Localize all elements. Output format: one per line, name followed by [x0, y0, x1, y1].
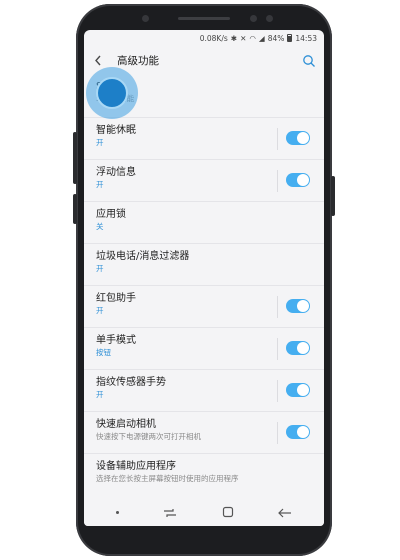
- list-item-smart-stay[interactable]: 智能休眠 开: [84, 118, 324, 160]
- divider: [277, 128, 278, 150]
- toggle-switch[interactable]: [286, 173, 310, 187]
- divider: [277, 170, 278, 192]
- divider: [277, 422, 278, 444]
- divider: [277, 338, 278, 360]
- battery-icon: [287, 34, 293, 42]
- clock: 14:53: [295, 33, 317, 43]
- list-item-spam-filter[interactable]: 垃圾电话/消息过滤器 开: [84, 244, 324, 286]
- list-item-one-hand-mode[interactable]: 单手模式 按钮: [84, 328, 324, 370]
- toggle-switch[interactable]: [286, 341, 310, 355]
- wifi-icon: ◠: [249, 33, 256, 43]
- status-bar: 0.08K/s ✱ ✕ ◠ ◢ 84% 14:53: [84, 30, 324, 46]
- search-icon[interactable]: [302, 53, 316, 67]
- home-icon[interactable]: [222, 503, 234, 522]
- list-item-fingerprint-gestures[interactable]: 指纹传感器手势 开: [84, 370, 324, 412]
- earpiece-speaker: [178, 17, 230, 20]
- settings-list: S Pen S Pen 功能 智能休眠 开 浮动信息 开 应用锁 关 垃圾电话/…: [84, 74, 324, 496]
- dot-icon[interactable]: [116, 510, 120, 514]
- back-icon[interactable]: [278, 503, 292, 522]
- toggle-switch[interactable]: [286, 131, 310, 145]
- bluetooth-icon: ✱: [230, 33, 238, 43]
- volume-button: [73, 132, 77, 184]
- mute-icon: ✕: [240, 33, 247, 43]
- iris-sensor: [250, 15, 257, 22]
- power-button: [331, 176, 335, 216]
- list-item-device-assist[interactable]: 设备辅助应用程序 选择在您长按主屏幕按钮时使用的应用程序: [84, 454, 324, 496]
- toggle-switch[interactable]: [286, 383, 310, 397]
- list-item-floating-info[interactable]: 浮动信息 开: [84, 160, 324, 202]
- item-subtitle: 关: [96, 222, 104, 231]
- bixby-button: [73, 194, 77, 224]
- navigation-bar: [84, 498, 324, 526]
- item-subtitle: 开: [96, 264, 104, 273]
- toggle-switch[interactable]: [286, 425, 310, 439]
- divider: [277, 380, 278, 402]
- front-camera: [142, 15, 149, 22]
- item-subtitle: 选择在您长按主屏幕按钮时使用的应用程序: [96, 474, 239, 483]
- signal-icon: ◢: [258, 33, 265, 43]
- list-item-red-packet[interactable]: 红包助手 开: [84, 286, 324, 328]
- battery-percent: 84%: [267, 33, 285, 43]
- touch-indicator-dot: [96, 77, 128, 109]
- list-item-quick-camera[interactable]: 快速启动相机 快速按下电源键两次可打开相机: [84, 412, 324, 454]
- toggle-switch[interactable]: [286, 299, 310, 313]
- recents-icon[interactable]: [163, 503, 177, 522]
- back-arrow-icon[interactable]: [94, 54, 106, 66]
- page-title: 高级功能: [117, 54, 159, 67]
- list-item-app-lock[interactable]: 应用锁 关: [84, 202, 324, 244]
- network-speed: 0.08K/s: [199, 33, 228, 43]
- item-title: 设备辅助应用程序: [96, 461, 176, 472]
- proximity-sensor: [266, 15, 273, 22]
- item-title: 垃圾电话/消息过滤器: [96, 251, 190, 262]
- item-title: 应用锁: [96, 209, 126, 220]
- divider: [277, 296, 278, 318]
